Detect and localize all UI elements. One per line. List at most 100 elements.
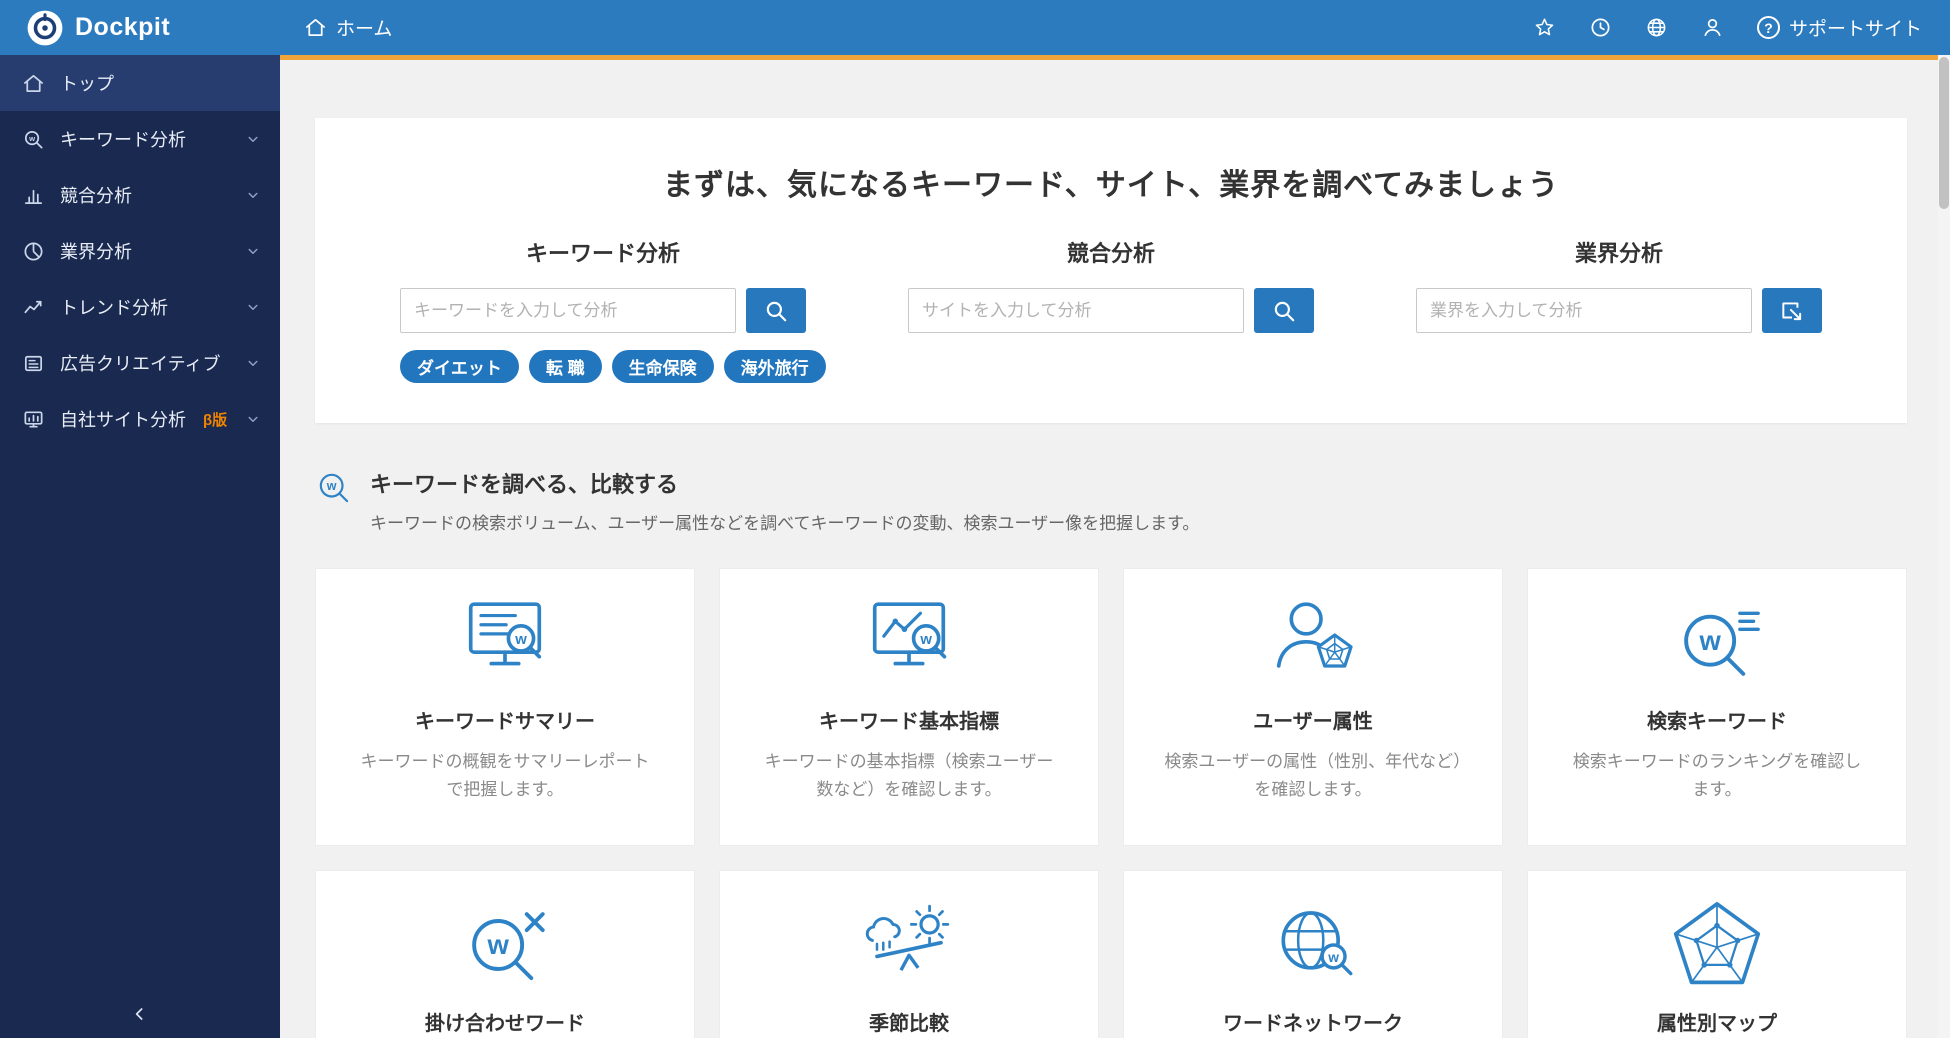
tag-job-change[interactable]: 転 職: [528, 350, 602, 383]
tag-diet[interactable]: ダイエット: [400, 350, 519, 383]
support-site-link[interactable]: ? サポートサイト: [1756, 14, 1922, 41]
industry-analysis-input[interactable]: [1416, 288, 1752, 333]
card-title: 季節比較: [869, 1013, 949, 1035]
navbar-right-group: ? サポートサイト: [1533, 14, 1950, 41]
combination-words-icon: [450, 897, 560, 993]
card-desc: 検索キーワードのランキングを確認します。: [1572, 752, 1862, 800]
hero-column-industry: 業界分析: [1365, 236, 1873, 383]
chevron-down-icon: [244, 298, 262, 316]
brand-logo[interactable]: Dockpit: [0, 9, 280, 47]
keyword-search-icon: [22, 128, 45, 151]
card-title: 属性別マップ: [1657, 1013, 1777, 1035]
chevron-down-icon: [244, 354, 262, 372]
sidebar-item-industry-analysis[interactable]: 業界分析: [0, 223, 280, 279]
beta-badge: β版: [203, 411, 228, 429]
hero-title: まずは、気になるキーワード、サイト、業界を調べてみましょう: [663, 169, 1559, 202]
search-keywords-icon: [1662, 595, 1772, 691]
help-icon: ?: [1756, 16, 1780, 39]
card-combination-words[interactable]: 掛け合わせワード 掛け合わせワードのランキングを: [315, 870, 695, 1038]
sidebar-item-label: 業界分析: [60, 242, 132, 262]
card-keyword-metrics[interactable]: キーワード基本指標 キーワードの基本指標（検索ユーザー数など）を確認します。: [719, 568, 1099, 846]
card-title: 掛け合わせワード: [425, 1013, 585, 1035]
nav-home-link[interactable]: ホーム: [304, 14, 392, 41]
user-account-icon[interactable]: [1701, 16, 1724, 39]
sidebar-item-top[interactable]: トップ: [0, 55, 280, 111]
site-search-button[interactable]: [1254, 288, 1314, 333]
tag-life-insurance[interactable]: 生命保険: [611, 350, 714, 383]
card-keyword-summary[interactable]: キーワードサマリー キーワードの概観をサマリーレポートで把握します。: [315, 568, 695, 846]
card-user-attributes[interactable]: ユーザー属性 検索ユーザーの属性（性別、年代など）を確認します。: [1123, 568, 1503, 846]
dockpit-logo-icon: [26, 9, 64, 47]
industry-select-button[interactable]: [1762, 288, 1822, 333]
pie-chart-icon: [22, 240, 45, 263]
sidebar-item-label: 広告クリエイティブ: [60, 354, 221, 374]
trend-line-icon: [22, 296, 45, 319]
user-attributes-icon: [1258, 595, 1368, 691]
hero-column-competitor: 競合分析: [857, 236, 1365, 383]
section-subtitle: キーワードの検索ボリューム、ユーザー属性などを調べてキーワードの変動、検索ユーザ…: [370, 514, 1200, 533]
top-navbar: Dockpit ホーム ? サポートサイト: [0, 0, 1950, 55]
sidebar-item-label: トレンド分析: [60, 298, 168, 318]
favorites-star-icon[interactable]: [1533, 16, 1556, 39]
feature-card-grid: キーワードサマリー キーワードの概観をサマリーレポートで把握します。 キーワード…: [315, 568, 1907, 1038]
scrollbar: [1938, 55, 1950, 1038]
support-site-label: サポートサイト: [1788, 19, 1922, 40]
sidebar: トップ キーワード分析 競合分析 業界分析 トレンド分析 広告クリエイティブ 自…: [0, 55, 280, 1038]
home-icon: [22, 72, 45, 95]
keyword-summary-icon: [450, 595, 560, 691]
hero-column-keyword: キーワード分析 ダイエット 転 職 生命保険 海外旅行: [349, 236, 857, 383]
globe-icon[interactable]: [1645, 16, 1668, 39]
example-tags: ダイエット 転 職 生命保険 海外旅行: [400, 350, 826, 383]
section-title: キーワードを調べる、比較する: [370, 472, 679, 497]
sidebar-item-own-site-analysis[interactable]: 自社サイト分析 β版: [0, 391, 280, 447]
site-analysis-input[interactable]: [908, 288, 1244, 333]
sidebar-collapse-button[interactable]: [0, 990, 280, 1038]
hero-column-title: キーワード分析: [525, 241, 680, 266]
keyword-search-button[interactable]: [746, 288, 806, 333]
card-search-keywords[interactable]: 検索キーワード 検索キーワードのランキングを確認します。: [1527, 568, 1907, 846]
search-icon: [1271, 298, 1297, 324]
hero-column-title: 競合分析: [1066, 241, 1155, 266]
sidebar-item-ad-creative[interactable]: 広告クリエイティブ: [0, 335, 280, 391]
chevron-down-icon: [244, 186, 262, 204]
keyword-section-header: キーワードを調べる、比較する キーワードの検索ボリューム、ユーザー属性などを調べ…: [315, 467, 1907, 534]
word-network-icon: [1258, 897, 1368, 993]
hero-column-title: 業界分析: [1574, 241, 1663, 266]
card-title: ワードネットワーク: [1223, 1013, 1403, 1035]
search-w-icon: [315, 469, 355, 509]
tag-overseas-travel[interactable]: 海外旅行: [723, 350, 826, 383]
keyword-metrics-icon: [854, 595, 964, 691]
card-desc: キーワードの基本指標（検索ユーザー数など）を確認します。: [764, 752, 1054, 800]
bar-chart-icon: [22, 184, 45, 207]
sidebar-item-trend-analysis[interactable]: トレンド分析: [0, 279, 280, 335]
card-desc: キーワードの概観をサマリーレポートで把握します。: [360, 752, 650, 800]
card-title: キーワード基本指標: [819, 711, 999, 733]
card-attribute-map[interactable]: 属性別マップ ユーザー属性を軸にワードをマッ: [1527, 870, 1907, 1038]
card-title: 検索キーワード: [1647, 711, 1787, 733]
brand-name: Dockpit: [75, 13, 171, 41]
chevron-down-icon: [244, 130, 262, 148]
nav-home-label: ホーム: [336, 19, 393, 40]
select-box-icon: [1779, 298, 1805, 324]
card-season-compare[interactable]: 季節比較 期間によるユーザーの検索行動の: [719, 870, 1099, 1038]
sidebar-item-label: トップ: [60, 74, 114, 94]
sidebar-item-label: 競合分析: [60, 186, 132, 206]
newspaper-icon: [22, 352, 45, 375]
chevron-down-icon: [244, 242, 262, 260]
chevron-left-icon: [130, 1004, 150, 1024]
site-chart-icon: [22, 408, 45, 431]
card-desc: 検索ユーザーの属性（性別、年代など）を確認します。: [1164, 752, 1462, 800]
main-content: まずは、気になるキーワード、サイト、業界を調べてみましょう キーワード分析 ダイ…: [280, 55, 1950, 1038]
scrollbar-thumb[interactable]: [1939, 57, 1949, 209]
keyword-analysis-input[interactable]: [400, 288, 736, 333]
sidebar-item-keyword-analysis[interactable]: キーワード分析: [0, 111, 280, 167]
history-clock-icon[interactable]: [1589, 16, 1612, 39]
card-word-network[interactable]: ワードネットワーク 掛け合わせワードをネットワーク: [1123, 870, 1503, 1038]
sidebar-item-competitor-analysis[interactable]: 競合分析: [0, 167, 280, 223]
season-compare-icon: [854, 897, 964, 993]
search-icon: [763, 298, 789, 324]
attribute-map-icon: [1662, 897, 1772, 993]
chevron-down-icon: [244, 410, 262, 428]
sidebar-item-label: キーワード分析: [60, 130, 186, 150]
hero-panel: まずは、気になるキーワード、サイト、業界を調べてみましょう キーワード分析 ダイ…: [315, 118, 1907, 423]
